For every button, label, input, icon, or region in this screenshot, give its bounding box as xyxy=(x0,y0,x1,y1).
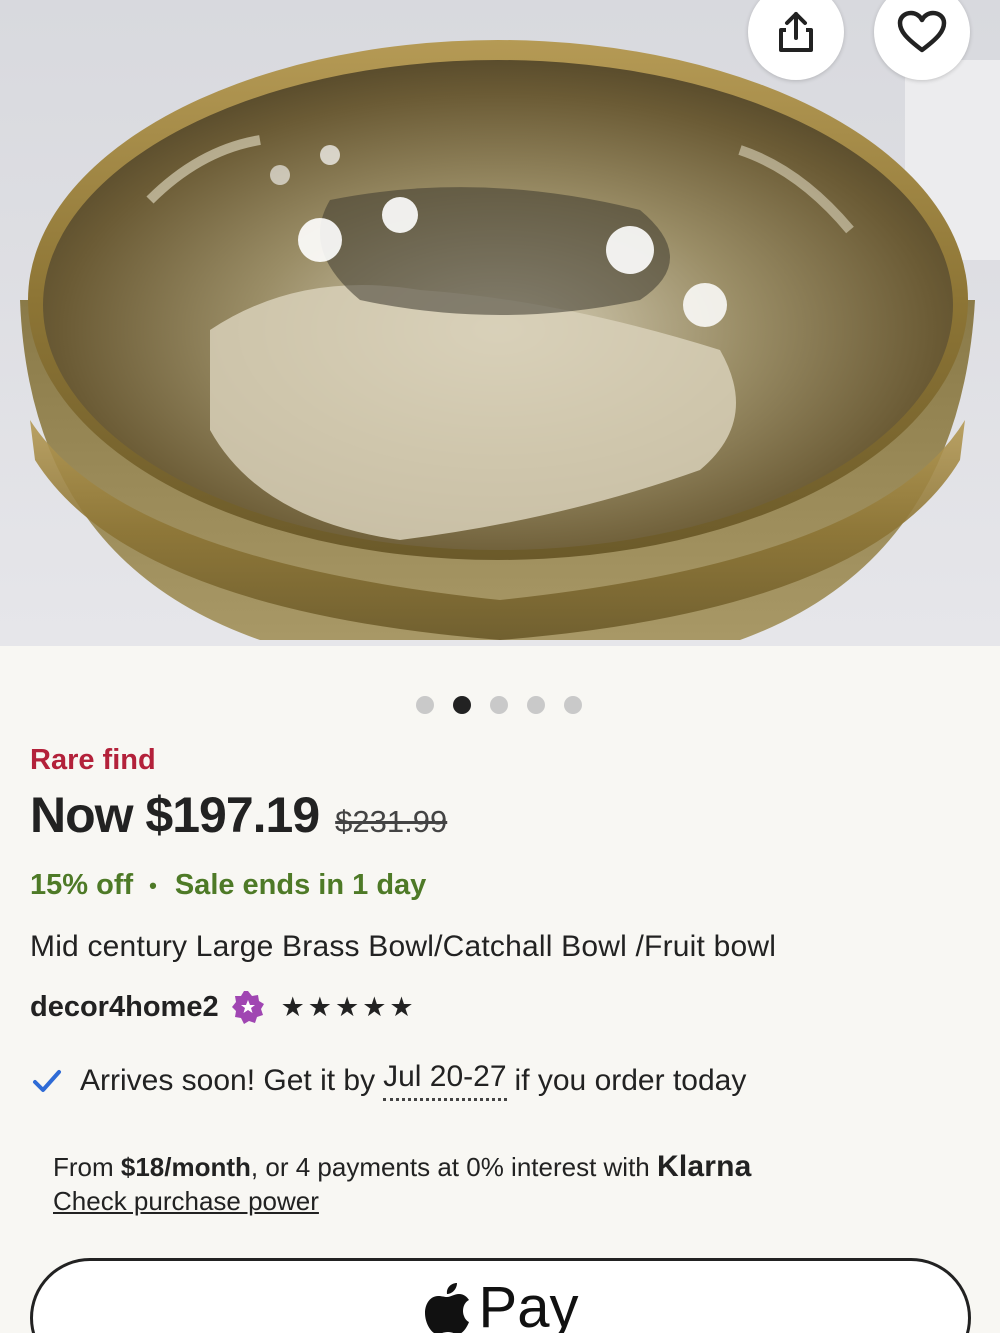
heart-icon xyxy=(897,10,947,53)
klarna-from: From xyxy=(53,1152,121,1182)
price-row: Now $197.19 $231.99 xyxy=(30,786,447,844)
carousel-dot-active[interactable] xyxy=(453,696,471,714)
original-price: $231.99 xyxy=(335,804,448,839)
delivery-suffix: if you order today xyxy=(514,1063,747,1097)
shop-name-link[interactable]: decor4home2 xyxy=(30,991,219,1024)
klarna-logo: Klarna xyxy=(657,1150,752,1183)
klarna-rest: , or 4 payments at 0% interest with xyxy=(250,1152,657,1182)
carousel-dot[interactable] xyxy=(416,696,434,714)
apple-pay-button[interactable]: Pay xyxy=(30,1258,971,1333)
carousel-dot[interactable] xyxy=(564,696,582,714)
rating-stars: ★★★★★ xyxy=(280,991,417,1022)
share-icon xyxy=(779,12,813,52)
shop-row[interactable]: decor4home2 ★★★★★ xyxy=(30,990,417,1024)
klarna-offer: From $18/month, or 4 payments at 0% inte… xyxy=(53,1150,752,1184)
sale-ends-label: Sale ends in 1 day xyxy=(174,869,427,901)
bowl-photo xyxy=(0,0,1000,646)
apple-logo-icon xyxy=(424,1283,469,1333)
sale-separator: • xyxy=(149,872,157,898)
delivery-prefix: Arrives soon! Get it by xyxy=(80,1063,376,1097)
current-price: Now $197.19 xyxy=(30,787,320,843)
carousel-dot[interactable] xyxy=(527,696,545,714)
carousel-dots xyxy=(0,696,1000,714)
apple-pay-content: Pay xyxy=(423,1275,579,1333)
delivery-date-link[interactable]: Jul 20-27 xyxy=(383,1060,507,1101)
discount-label: 15% off xyxy=(30,869,134,901)
sale-info: 15% off • Sale ends in 1 day xyxy=(30,869,426,902)
check-purchase-power-link[interactable]: Check purchase power xyxy=(53,1186,319,1217)
check-icon xyxy=(33,1069,61,1092)
star-seller-icon xyxy=(231,991,264,1024)
rare-find-badge: Rare find xyxy=(30,744,156,776)
product-image[interactable] xyxy=(0,0,1000,646)
listing-title: Mid century Large Brass Bowl/Catchall Bo… xyxy=(30,930,777,963)
delivery-estimate: Arrives soon! Get it by Jul 20-27 if you… xyxy=(30,1060,746,1101)
apple-pay-label: Pay xyxy=(478,1275,579,1333)
carousel-dot[interactable] xyxy=(490,696,508,714)
klarna-amount: $18/month xyxy=(120,1152,251,1182)
